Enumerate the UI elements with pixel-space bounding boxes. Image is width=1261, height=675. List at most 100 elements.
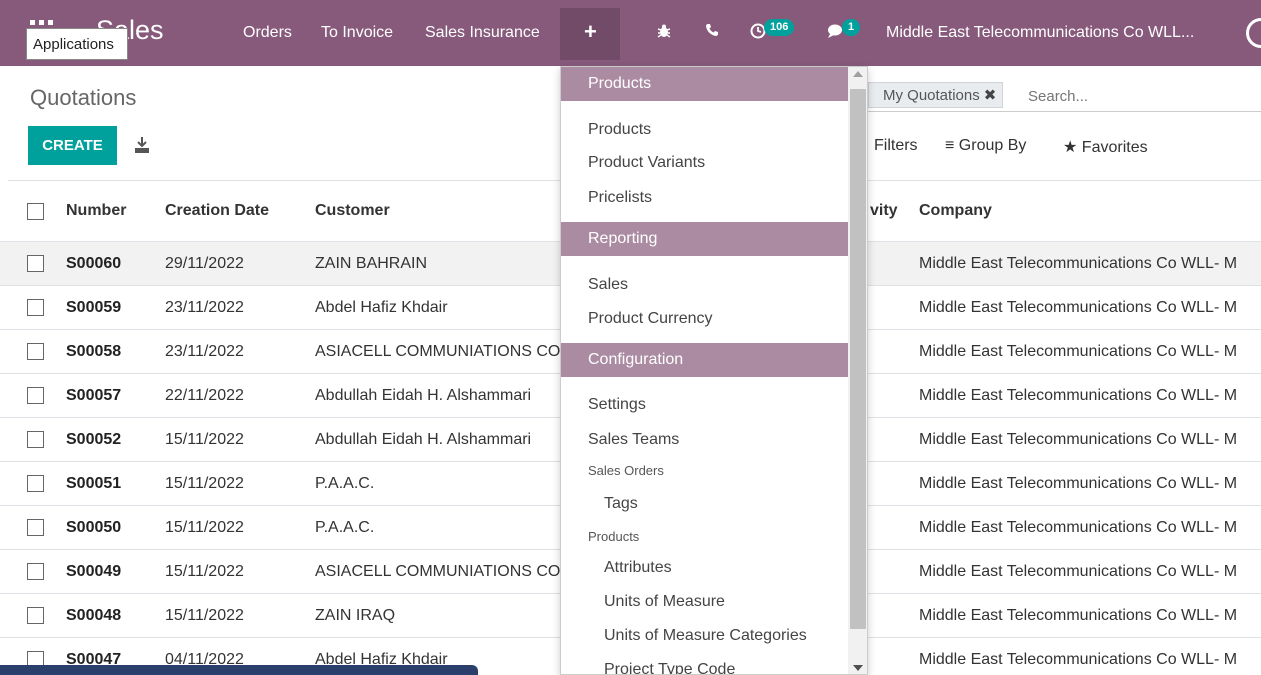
- section-products: Products: [561, 67, 848, 101]
- row-number: S00060: [66, 255, 122, 272]
- row-number: S00051: [66, 475, 122, 492]
- row-company: Middle East Telecommunications Co WLL- M: [919, 519, 1238, 536]
- row-number: S00049: [66, 563, 122, 580]
- group-by-button[interactable]: ≡ Group By: [945, 137, 1026, 155]
- plus-icon: +: [584, 19, 597, 44]
- nav-sales-insurance[interactable]: Sales Insurance: [425, 24, 540, 42]
- search-underline: [868, 111, 1261, 112]
- row-checkbox[interactable]: [27, 299, 44, 316]
- nav-orders[interactable]: Orders: [243, 24, 292, 42]
- menu-item-attributes[interactable]: Attributes: [604, 559, 672, 577]
- row-customer: Abdullah Eidah H. Alshammari: [315, 431, 532, 448]
- row-number: S00057: [66, 387, 122, 404]
- nav-to-invoice[interactable]: To Invoice: [321, 24, 393, 42]
- group-by-label: Group By: [958, 137, 1027, 154]
- row-company: Middle East Telecommunications Co WLL- M: [919, 475, 1238, 492]
- phone-icon[interactable]: [705, 23, 719, 42]
- company-switcher[interactable]: Middle East Telecommunications Co WLL...: [886, 24, 1194, 42]
- row-number: S00050: [66, 519, 122, 536]
- close-icon[interactable]: ✖: [984, 87, 997, 104]
- row-date: 15/11/2022: [165, 431, 244, 448]
- row-customer: Abdel Hafiz Khdair: [315, 299, 448, 316]
- nav-more-menu[interactable]: +: [560, 8, 620, 60]
- row-company: Middle East Telecommunications Co WLL- M: [919, 651, 1238, 668]
- row-date: 23/11/2022: [165, 299, 244, 316]
- row-date: 15/11/2022: [165, 519, 244, 536]
- scroll-up-arrow-icon[interactable]: [853, 71, 863, 77]
- row-date: 15/11/2022: [165, 475, 244, 492]
- select-all-checkbox[interactable]: [27, 203, 44, 220]
- row-number: S00052: [66, 431, 122, 448]
- row-checkbox[interactable]: [27, 475, 44, 492]
- row-company: Middle East Telecommunications Co WLL- M: [919, 343, 1238, 360]
- filters-label: Filters: [874, 137, 918, 154]
- search-input[interactable]: [1028, 84, 1258, 108]
- menu-item-products[interactable]: Products: [588, 121, 651, 139]
- facet-label: My Quotations: [883, 87, 980, 104]
- menu-item-uom-categories[interactable]: Units of Measure Categories: [604, 627, 807, 645]
- row-date: 15/11/2022: [165, 607, 244, 624]
- activity-count-badge: 106: [764, 19, 795, 36]
- menu-item-settings[interactable]: Settings: [588, 396, 646, 414]
- row-company: Middle East Telecommunications Co WLL- M: [919, 299, 1238, 316]
- menu-item-units-of-measure[interactable]: Units of Measure: [604, 593, 725, 611]
- row-customer: P.A.A.C.: [315, 519, 375, 536]
- row-company: Middle East Telecommunications Co WLL- M: [919, 607, 1238, 624]
- row-date: 15/11/2022: [165, 563, 244, 580]
- menu-item-tags[interactable]: Tags: [604, 495, 638, 513]
- bars-icon: ≡: [945, 137, 955, 154]
- submenu-label-products: Products: [588, 529, 640, 544]
- row-customer: ZAIN BAHRAIN: [315, 255, 428, 272]
- column-company[interactable]: Company: [919, 202, 992, 220]
- row-customer: ASIACELL COMMUNIATIONS CO: [315, 563, 560, 580]
- row-date: 22/11/2022: [165, 387, 244, 404]
- row-number: S00048: [66, 607, 122, 624]
- menu-item-sales-teams[interactable]: Sales Teams: [588, 431, 679, 449]
- menu-item-project-type-code[interactable]: Project Type Code: [604, 661, 735, 674]
- applications-tooltip: Applications: [26, 28, 128, 60]
- page-title: Quotations: [30, 85, 137, 110]
- row-company: Middle East Telecommunications Co WLL- M: [919, 387, 1238, 404]
- scroll-thumb[interactable]: [850, 89, 866, 629]
- messages-count-badge: 1: [842, 19, 861, 36]
- row-checkbox[interactable]: [27, 563, 44, 580]
- scroll-down-arrow-icon[interactable]: [853, 665, 863, 671]
- menu-item-sales[interactable]: Sales: [588, 276, 628, 294]
- row-checkbox[interactable]: [27, 519, 44, 536]
- menu-item-pricelists[interactable]: Pricelists: [588, 189, 652, 207]
- column-activity[interactable]: vity: [870, 202, 898, 220]
- column-creation-date[interactable]: Creation Date: [165, 202, 269, 220]
- column-customer[interactable]: Customer: [315, 202, 390, 220]
- row-company: Middle East Telecommunications Co WLL- M: [919, 563, 1238, 580]
- more-menu-dropdown: Products Products Product Variants Price…: [560, 66, 868, 675]
- row-date: 23/11/2022: [165, 343, 244, 360]
- column-number[interactable]: Number: [66, 202, 126, 220]
- menu-item-product-currency[interactable]: Product Currency: [588, 310, 713, 328]
- row-company: Middle East Telecommunications Co WLL- M: [919, 431, 1238, 448]
- section-reporting: Reporting: [561, 222, 848, 256]
- browser-status-bar: [0, 665, 478, 675]
- menu-item-product-variants[interactable]: Product Variants: [588, 154, 705, 172]
- bug-icon[interactable]: [656, 23, 672, 44]
- row-customer: Abdullah Eidah H. Alshammari: [315, 387, 532, 404]
- row-checkbox[interactable]: [27, 255, 44, 272]
- dropdown-scrollbar[interactable]: [848, 67, 867, 674]
- section-configuration: Configuration: [561, 343, 848, 377]
- top-navbar: Sales Orders To Invoice Sales Insurance …: [0, 0, 1261, 66]
- row-customer: ZAIN IRAQ: [315, 607, 396, 624]
- filters-button[interactable]: Filters: [874, 137, 918, 155]
- row-checkbox[interactable]: [27, 607, 44, 624]
- row-checkbox[interactable]: [27, 387, 44, 404]
- user-avatar[interactable]: [1246, 18, 1261, 48]
- favorites-label: Favorites: [1081, 139, 1148, 156]
- row-checkbox[interactable]: [27, 343, 44, 360]
- search-facet-my-quotations[interactable]: My Quotations ✖: [868, 82, 1004, 108]
- row-customer: P.A.A.C.: [315, 475, 375, 492]
- row-number: S00058: [66, 343, 122, 360]
- row-date: 29/11/2022: [165, 255, 244, 272]
- create-button[interactable]: CREATE: [28, 126, 117, 165]
- row-checkbox[interactable]: [27, 431, 44, 448]
- star-icon: ★: [1063, 139, 1078, 156]
- download-icon[interactable]: [134, 136, 150, 154]
- favorites-button[interactable]: ★ Favorites: [1063, 137, 1148, 157]
